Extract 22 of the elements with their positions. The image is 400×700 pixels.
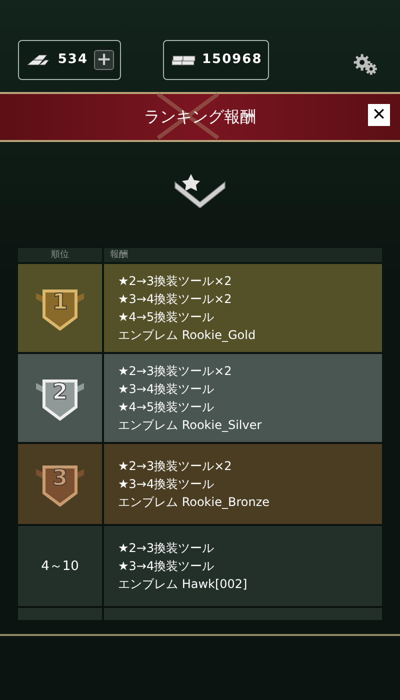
reward-item: ★2→3換装ツール×2 xyxy=(118,273,233,290)
reward-item: ★3→4換装ツール xyxy=(118,558,216,575)
rank-range: 4～10 xyxy=(41,558,79,575)
reward-item: ★3→4換装ツール xyxy=(118,381,216,398)
close-button[interactable]: ✕ xyxy=(368,104,390,126)
add-button[interactable]: + xyxy=(94,50,114,70)
reward-item: エンブレム Rookie_Bronze xyxy=(118,494,270,511)
reward-item: ★2→3換装ツール×2 xyxy=(118,458,233,475)
column-header: 順位 xyxy=(18,248,102,262)
reward-item: エンブレム Hawk[002] xyxy=(118,576,248,593)
reward-item: ★3→4換装ツール×2 xyxy=(118,291,233,308)
reward-item: ★4→5換装ツール xyxy=(118,399,216,416)
reward-item: ★3→4換装ツール xyxy=(118,476,216,493)
reward-item: エンブレム Rookie_Silver xyxy=(118,417,263,434)
reward-item: エンブレム Rookie_Gold xyxy=(118,327,257,344)
currency-amount: 150968 xyxy=(202,52,262,67)
dialog-title: ランキング報酬 xyxy=(144,106,256,128)
column-header: 報酬 xyxy=(104,248,382,262)
reward-item: ★2→3換装ツール xyxy=(118,540,216,557)
reward-item: ★2→3換装ツール×2 xyxy=(118,363,233,380)
currency-amount: 534 xyxy=(57,52,88,67)
reward-item: ★4→5換装ツール xyxy=(118,309,216,326)
